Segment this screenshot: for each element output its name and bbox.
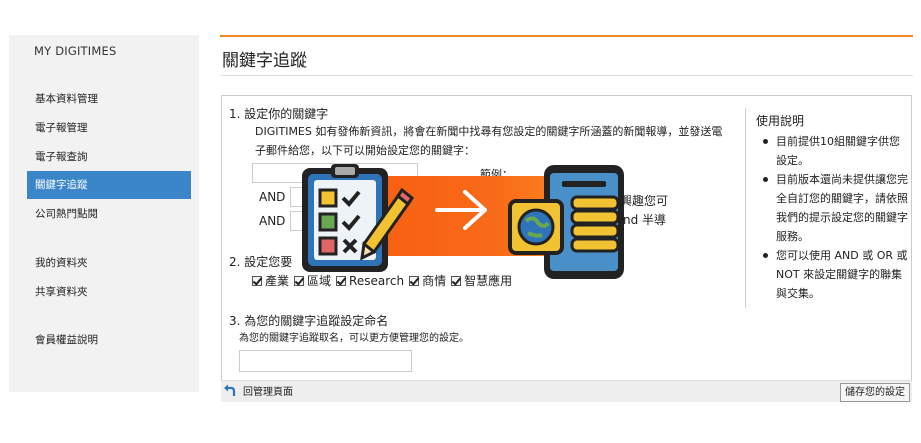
page-title: 關鍵字追蹤 <box>222 51 307 71</box>
help-title: 使用說明 <box>756 114 805 128</box>
sidebar: MY DIGITIMES 基本資料管理 電子報管理 電子報查詢 關鍵字追蹤 公司… <box>9 35 199 392</box>
help-divider <box>745 108 746 308</box>
sidebar-item-popular[interactable]: 公司熱門點閱 <box>27 200 191 228</box>
section1-desc-line2: 子郵件給您，以下可以開始設定您的關鍵字： <box>255 144 475 157</box>
sidebar-title: MY DIGITIMES <box>34 44 117 58</box>
help-item: 目前提供10組關鍵字供您設定。 <box>760 132 910 170</box>
back-arrow-icon <box>224 384 236 396</box>
checklist-clipboard-icon <box>302 164 415 272</box>
category-checkbox-smart[interactable] <box>451 275 462 286</box>
category-checkbox-research[interactable] <box>336 275 347 286</box>
database-icon <box>570 195 620 253</box>
arrow-right-icon <box>435 190 487 230</box>
back-link-label: 回管理頁面 <box>243 387 293 398</box>
header-accent-rule <box>220 35 913 37</box>
section3-hint: 為您的關鍵字追蹤取名，可以更方便管理您的設定。 <box>239 333 469 344</box>
section2-title: 2. 設定您要 <box>229 255 293 269</box>
operator-label-1: AND <box>259 190 286 204</box>
sidebar-item-member-rights[interactable]: 會員權益說明 <box>27 326 191 354</box>
sidebar-item-newsletter-manage[interactable]: 電子報管理 <box>27 114 191 142</box>
tracking-name-input[interactable] <box>239 350 412 372</box>
globe-icon <box>508 199 564 255</box>
title-divider <box>220 75 913 76</box>
sidebar-item-my-folder[interactable]: 我的資料夾 <box>27 249 191 277</box>
help-item: 目前版本還尚未提供讓您完全自訂您的關鍵字，請依照我們的提示設定您的關鍵字服務。 <box>760 170 910 246</box>
category-checkbox-business[interactable] <box>409 275 420 286</box>
help-item: 您可以使用 AND 或 OR 或 NOT 來設定關鍵字的聯集與交集。 <box>760 246 910 303</box>
save-settings-button[interactable]: 儲存您的設定 <box>840 383 910 402</box>
category-checkbox-industry[interactable] <box>252 275 262 286</box>
help-list: 目前提供10組關鍵字供您設定。 目前版本還尚未提供讓您完全自訂您的關鍵字，請依照… <box>760 132 910 303</box>
section1-title: 1. 設定你的關鍵字 <box>229 107 329 121</box>
category-label-smart: 智慧應用 <box>464 274 513 288</box>
back-link[interactable]: 回管理頁面 <box>223 383 293 398</box>
sidebar-item-keyword-tracking[interactable]: 關鍵字追蹤 <box>27 171 191 199</box>
operator-label-2: AND <box>259 214 286 228</box>
form-footer: 回管理頁面 儲存您的設定 <box>221 380 912 402</box>
sidebar-item-profile[interactable]: 基本資料管理 <box>27 85 191 113</box>
sidebar-item-newsletter-search[interactable]: 電子報查詢 <box>27 143 191 171</box>
smartphone-icon <box>508 165 624 279</box>
category-label-industry: 產業 <box>265 274 290 288</box>
sidebar-item-shared-folder[interactable]: 共享資料夾 <box>27 278 191 306</box>
section3-title: 3. 為您的關鍵字追蹤設定命名 <box>229 314 389 328</box>
section1-desc-line1: DIGITIMES 如有發佈新資訊，將會在新聞中找尋有您設定的關鍵字所涵蓋的新聞… <box>255 125 723 138</box>
example-text-2: nd 半導 <box>623 213 667 227</box>
category-label-business: 商情 <box>422 274 447 288</box>
category-checkbox-region[interactable] <box>294 275 305 286</box>
